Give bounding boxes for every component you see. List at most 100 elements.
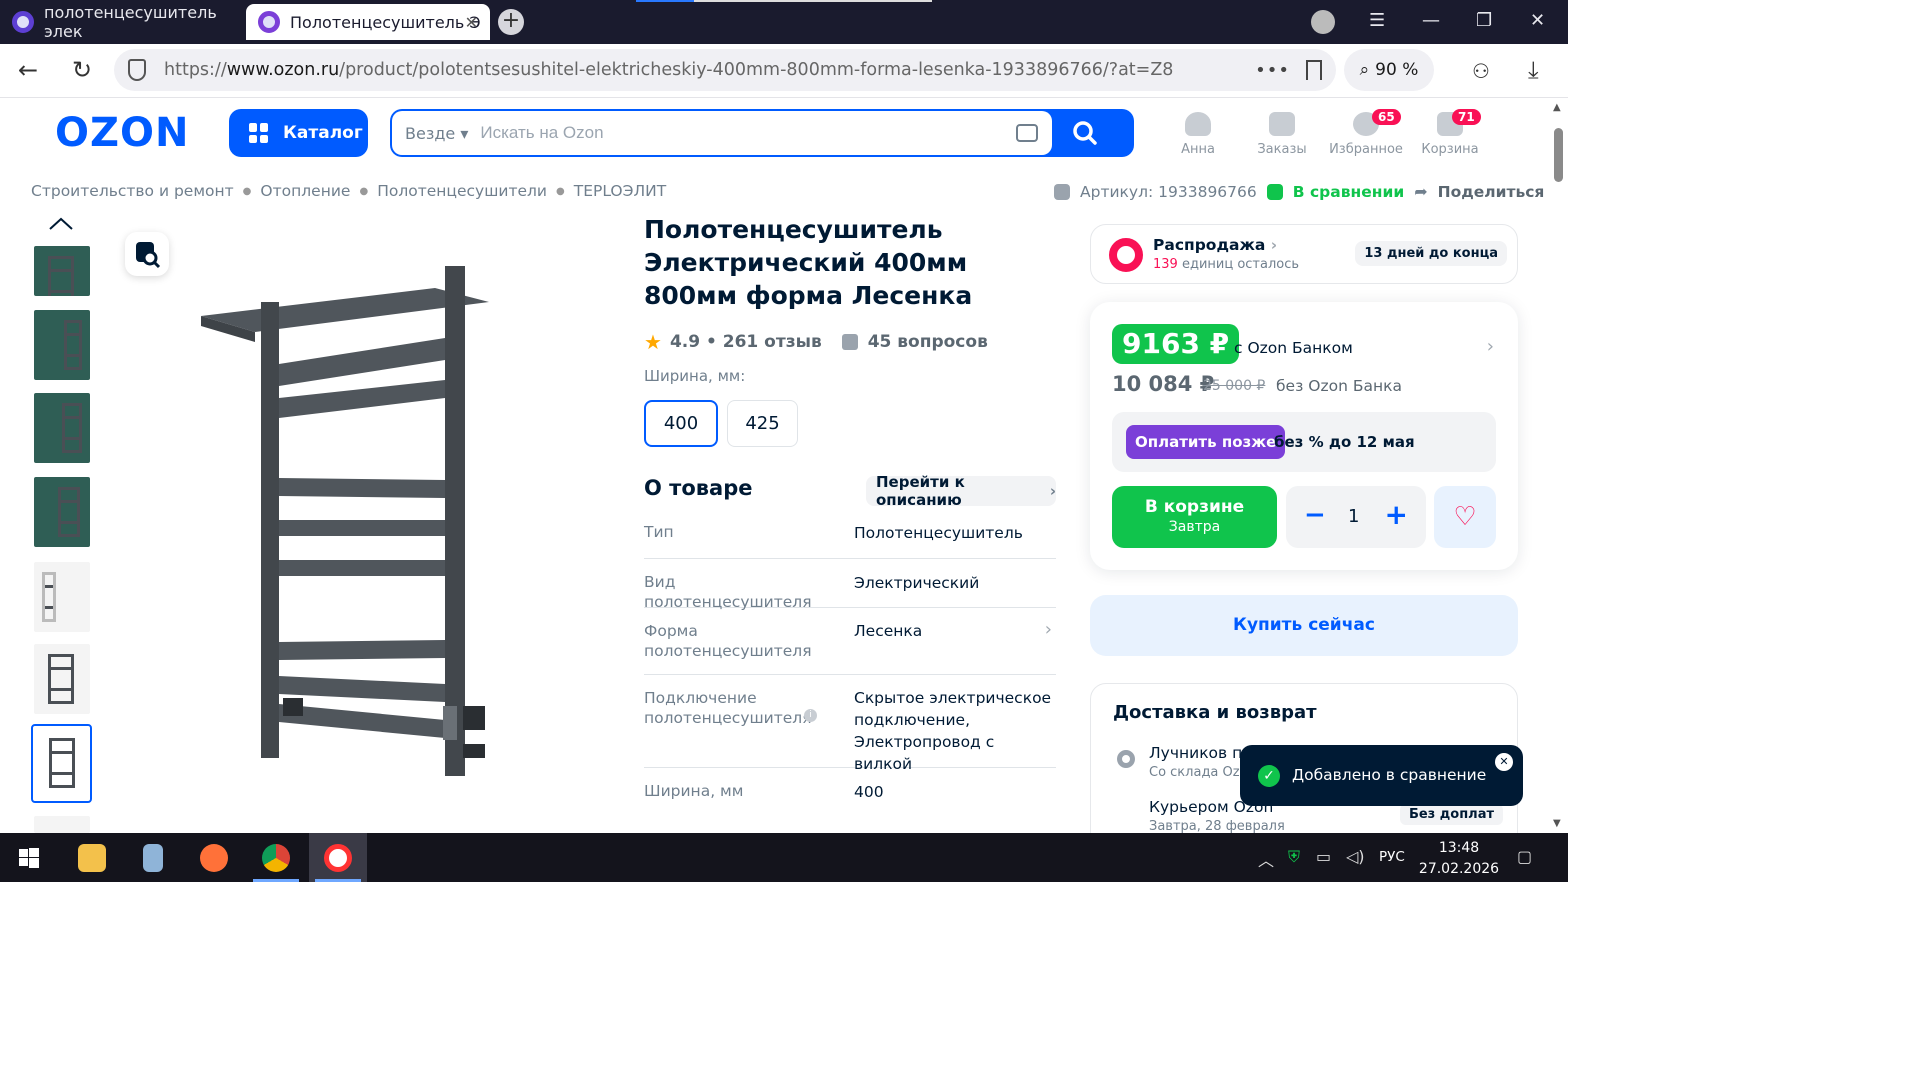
product-thumbnail[interactable] [34, 477, 90, 547]
zoom-indicator[interactable]: ⌕ 90 % [1344, 49, 1434, 91]
scrollbar-thumb[interactable] [1554, 128, 1563, 182]
start-button[interactable] [0, 833, 58, 882]
sale-card[interactable]: Распродажа › 139 единиц осталось 13 дней… [1090, 224, 1518, 284]
spec-row[interactable]: Форма полотенцесушителя Лесенка › [644, 619, 1056, 675]
browser-menu-icon[interactable]: ☰ [1369, 10, 1385, 31]
taskbar-chrome[interactable] [247, 833, 305, 882]
quantity-value: 1 [1348, 506, 1360, 527]
close-window-icon[interactable]: ✕ [1530, 10, 1545, 31]
browser-tab-2-active[interactable]: Полотенцесушитель Э ✕ [246, 4, 490, 40]
taskbar-file-explorer[interactable] [63, 833, 121, 882]
new-tab-button[interactable]: + [498, 9, 524, 35]
rating-text[interactable]: 4.9 • 261 отзыв [670, 332, 822, 352]
notifications-icon[interactable]: ▢ [1517, 847, 1532, 866]
product-thumbnail[interactable] [34, 310, 90, 380]
taskbar-calculator[interactable] [124, 833, 182, 882]
search-button-icon[interactable] [1072, 120, 1098, 146]
chrome-icon [262, 844, 290, 872]
reload-icon[interactable]: ↻ [72, 56, 92, 84]
taskbar-firefox[interactable] [185, 833, 243, 882]
breadcrumb-item[interactable]: Отопление [260, 182, 350, 200]
browser-tab-1[interactable]: полотенцесушитель элек [0, 3, 240, 41]
share-icon[interactable]: ➦ [1414, 182, 1427, 201]
security-shield-icon[interactable] [128, 59, 146, 81]
product-thumbnail[interactable] [34, 393, 90, 463]
close-tab-icon[interactable]: ✕ [465, 13, 478, 32]
cart-count-badge: 71 [1452, 109, 1481, 125]
width-option-425[interactable]: 425 [727, 400, 798, 447]
volume-icon[interactable]: ◁) [1346, 847, 1365, 866]
taskbar-yandex-browser[interactable] [309, 833, 367, 882]
bookmark-icon[interactable] [1306, 60, 1322, 80]
breadcrumb-item[interactable]: Строительство и ремонт [31, 182, 234, 200]
breadcrumb-item[interactable]: TEPLOЭЛИТ [574, 182, 666, 200]
security-shield-icon[interactable]: ⛨ [1288, 847, 1300, 867]
product-thumbnail[interactable] [34, 644, 90, 714]
pay-later-button[interactable]: Оплатить позже [1126, 425, 1286, 459]
minimize-window-icon[interactable]: — [1422, 10, 1440, 31]
spec-row: Подключение полотенцесушителя i Скрытое … [644, 687, 1056, 773]
close-toast-icon[interactable]: ✕ [1495, 753, 1513, 771]
questions-link[interactable]: 45 вопросов [868, 332, 988, 352]
product-thumbnail[interactable] [34, 562, 90, 632]
network-icon[interactable]: ▭ [1316, 847, 1331, 866]
scroll-down-icon[interactable]: ▼ [1553, 818, 1561, 829]
compare-link[interactable]: В сравнении [1293, 183, 1404, 201]
thumbnails-up-icon[interactable] [48, 217, 74, 231]
sale-ring-icon [1109, 238, 1143, 272]
bank-price[interactable]: 9163 ₽ [1112, 324, 1240, 364]
url-text[interactable]: https://www.ozon.ru/product/polotentsesu… [164, 60, 1174, 80]
header-cart[interactable]: 71 Корзина [1408, 109, 1492, 157]
more-dots-icon[interactable]: ••• [1255, 60, 1290, 81]
ozon-logo[interactable]: OZON [55, 110, 190, 156]
photo-search-icon[interactable] [125, 232, 169, 276]
width-option-400[interactable]: 400 [644, 400, 718, 447]
header-profile[interactable]: Анна [1156, 112, 1240, 157]
pay-later-block[interactable]: Оплатить позже без % до 12 мая [1112, 412, 1496, 472]
article-number[interactable]: Артикул: 1933896766 [1080, 183, 1257, 201]
decrease-quantity-button[interactable]: − [1304, 500, 1326, 530]
search-scope-dropdown[interactable]: Везде ▾ [405, 124, 480, 143]
tray-chevron-up-icon[interactable]: ︿ [1258, 847, 1274, 871]
user-icon [1185, 112, 1211, 136]
input-language[interactable]: РУС [1379, 849, 1405, 865]
share-link[interactable]: Поделиться [1438, 183, 1545, 201]
copy-icon[interactable] [1054, 183, 1070, 200]
add-to-favorites-heart-icon[interactable]: ♡ [1434, 486, 1496, 548]
buy-now-button[interactable]: Купить сейчас [1090, 595, 1518, 656]
restore-window-icon[interactable]: ❐ [1476, 10, 1492, 31]
compare-toast: ✓ Добавлено в сравнение ✕ [1240, 745, 1523, 806]
back-arrow-icon[interactable]: ← [18, 56, 38, 84]
rating-row[interactable]: ★ 4.9 • 261 отзыв 45 вопросов [644, 330, 988, 354]
download-icon[interactable]: ⤓ [1528, 56, 1539, 84]
increase-quantity-button[interactable]: + [1385, 498, 1408, 531]
page-scrollbar[interactable]: ▲ ▼ [1550, 98, 1568, 833]
camera-search-icon[interactable] [1016, 124, 1038, 142]
profile-avatar-icon[interactable] [1311, 10, 1335, 34]
header-orders[interactable]: Заказы [1240, 112, 1324, 157]
header-favorites[interactable]: 65 Избранное [1324, 109, 1408, 157]
product-main-image[interactable] [195, 258, 495, 788]
catalog-button[interactable]: Каталог [229, 109, 368, 157]
spec-row: Тип Полотенцесушитель [644, 520, 1056, 559]
taskbar-clock[interactable]: 13:48 27.02.2026 [1416, 838, 1502, 880]
compare-icon[interactable] [1266, 183, 1283, 200]
scroll-up-icon[interactable]: ▲ [1553, 102, 1561, 113]
in-cart-button[interactable]: В корзине Завтра [1112, 486, 1277, 548]
info-icon[interactable]: i [804, 709, 817, 722]
url-omnibox[interactable]: https://www.ozon.ru/product/polotentsesu… [114, 49, 1336, 91]
tab-title: Полотенцесушитель Э [290, 12, 481, 32]
chevron-right-icon[interactable]: › [1487, 336, 1494, 357]
zoom-level: 90 % [1375, 60, 1419, 80]
goto-description-button[interactable]: Перейти к описанию › [866, 473, 1056, 509]
search-input[interactable] [480, 123, 981, 143]
breadcrumb: Строительство и ремонт ● Отопление ● Полот… [31, 182, 667, 200]
folder-icon [78, 844, 106, 872]
product-thumbnail-selected[interactable] [31, 724, 92, 803]
no-bank-label: без Ozon Банка [1276, 377, 1402, 395]
extensions-icon[interactable]: ⚇ [1472, 59, 1490, 83]
sale-title: Распродажа › [1153, 236, 1278, 254]
breadcrumb-item[interactable]: Полотенцесушители [377, 182, 547, 200]
product-thumbnail[interactable] [34, 246, 90, 296]
product-thumbnail[interactable] [34, 816, 90, 833]
